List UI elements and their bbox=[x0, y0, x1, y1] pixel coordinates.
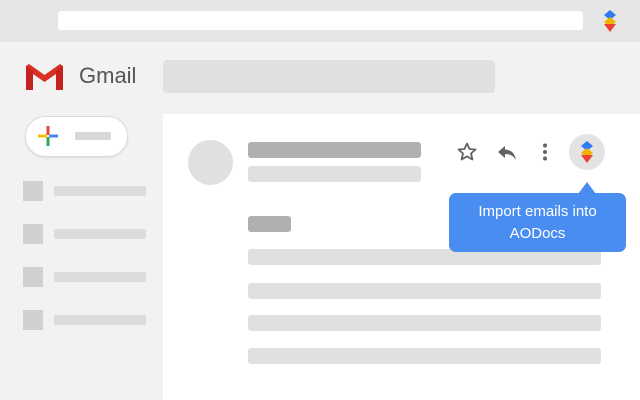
sidebar-item-icon[interactable] bbox=[23, 267, 43, 287]
sidebar-item-label[interactable] bbox=[54, 272, 146, 282]
sidebar-item-label[interactable] bbox=[54, 229, 146, 239]
sidebar-item-label[interactable] bbox=[54, 186, 146, 196]
search-input[interactable] bbox=[163, 60, 495, 93]
avatar bbox=[188, 140, 233, 185]
plus-icon bbox=[38, 126, 58, 146]
star-icon[interactable] bbox=[455, 140, 479, 164]
compose-label-placeholder bbox=[75, 132, 111, 140]
greeting-placeholder bbox=[248, 216, 291, 232]
body-line-placeholder bbox=[248, 348, 601, 364]
sidebar-item-icon[interactable] bbox=[23, 224, 43, 244]
sender-name-placeholder bbox=[248, 142, 421, 158]
gmail-logo-icon[interactable] bbox=[24, 62, 65, 92]
sidebar-item-icon[interactable] bbox=[23, 181, 43, 201]
sidebar-item-icon[interactable] bbox=[23, 310, 43, 330]
aodocs-logo-icon bbox=[581, 141, 593, 163]
body-line-placeholder bbox=[248, 283, 601, 299]
gmail-wordmark: Gmail bbox=[79, 63, 137, 88]
tooltip-text: Import emails into AODocs bbox=[478, 203, 597, 242]
sender-meta-placeholder bbox=[248, 166, 421, 182]
more-vert-icon[interactable] bbox=[533, 140, 557, 164]
aodocs-extension-icon[interactable] bbox=[601, 10, 619, 32]
sidebar-item-label[interactable] bbox=[54, 315, 146, 325]
body-line-placeholder bbox=[248, 315, 601, 331]
reply-icon[interactable] bbox=[495, 140, 519, 164]
address-bar[interactable] bbox=[58, 11, 583, 30]
